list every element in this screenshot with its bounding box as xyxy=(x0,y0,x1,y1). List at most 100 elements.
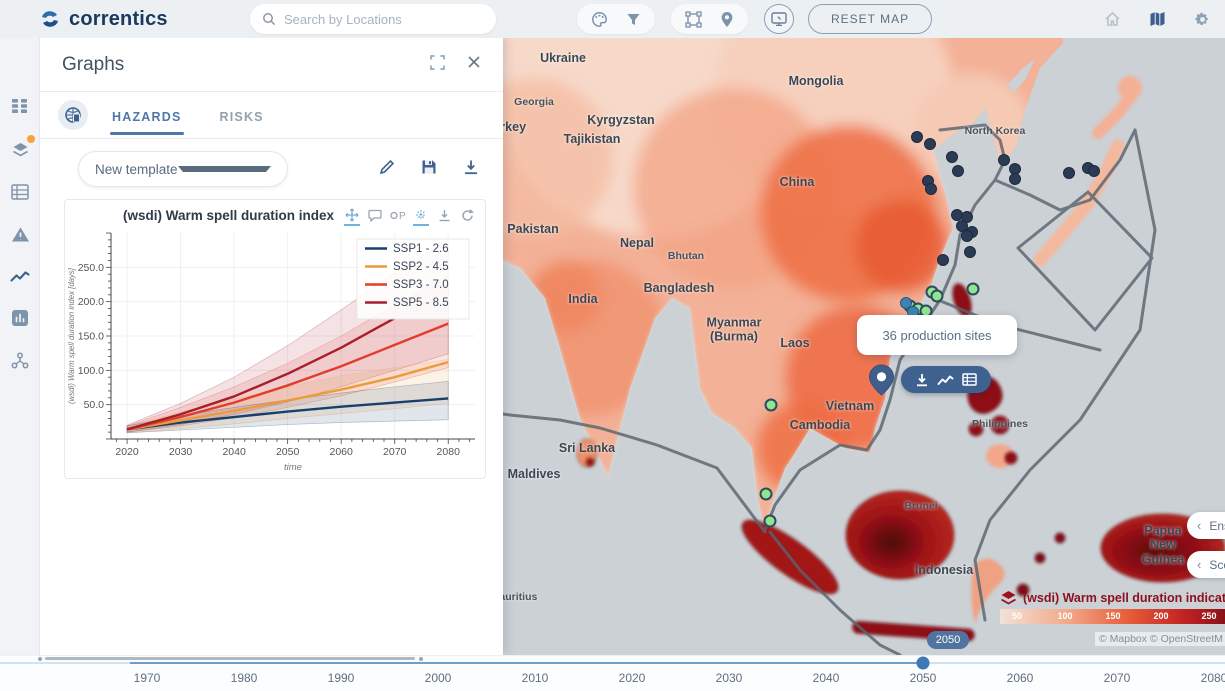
svg-text:2060: 2060 xyxy=(329,446,353,458)
svg-text:2070: 2070 xyxy=(383,446,407,458)
production-site-marker-green[interactable] xyxy=(931,290,944,303)
tabs-row: HAZARDS RISKS xyxy=(40,92,503,139)
production-site-marker[interactable] xyxy=(1088,165,1100,177)
production-site-marker-green[interactable] xyxy=(760,488,773,501)
svg-text:SSP2 - 4.5: SSP2 - 4.5 xyxy=(393,261,449,273)
production-site-marker[interactable] xyxy=(924,138,936,150)
context-globe-chip[interactable] xyxy=(58,100,88,130)
production-site-marker[interactable] xyxy=(998,154,1010,166)
production-site-marker[interactable] xyxy=(925,183,937,195)
selection-group xyxy=(671,4,748,34)
timeline-year-label: 2070 xyxy=(1104,671,1131,685)
location-search[interactable] xyxy=(250,4,496,34)
scenario-panel-toggle[interactable]: ‹ Scen xyxy=(1187,551,1225,578)
svg-text:P: P xyxy=(399,211,406,222)
sites-tooltip: 36 production sites xyxy=(857,315,1017,355)
site-download-icon[interactable] xyxy=(915,373,929,387)
palette-icon[interactable] xyxy=(591,11,608,28)
timeline-year-label: 2080 xyxy=(1201,671,1225,685)
layer-diamond-icon xyxy=(1000,590,1017,605)
production-site-marker-green[interactable] xyxy=(764,515,777,528)
site-chart-icon[interactable] xyxy=(937,374,954,386)
sidebar-item-hazards[interactable] xyxy=(8,222,32,246)
map-canvas[interactable]: UkraineGeorgiaTurkeyKyrgyzstanTajikistan… xyxy=(503,38,1225,655)
pan-icon[interactable] xyxy=(344,207,360,223)
data-table-icon xyxy=(11,184,29,200)
site-table-icon[interactable] xyxy=(962,373,977,386)
timeline-active-range[interactable] xyxy=(130,662,923,664)
reset-map-button[interactable]: RESET MAP xyxy=(808,4,932,34)
production-site-marker-green[interactable] xyxy=(765,399,778,412)
heat-colorbar: 50100150200250 xyxy=(1000,609,1225,624)
production-site-marker[interactable] xyxy=(1063,167,1075,179)
chart-plot-area[interactable]: 202020302040205020602070208050.0100.0150… xyxy=(65,225,485,478)
save-icon[interactable] xyxy=(421,159,437,180)
tab-hazards[interactable]: HAZARDS xyxy=(110,96,184,135)
timeline-year-label: 1980 xyxy=(231,671,258,685)
sidebar-item-reports[interactable] xyxy=(8,306,32,330)
map-layer-legend: (wsdi) Warm spell duration indicator 501… xyxy=(1000,590,1225,624)
screen-share-button[interactable] xyxy=(764,4,794,34)
chart-reset-icon[interactable] xyxy=(459,207,475,223)
production-site-marker[interactable] xyxy=(961,230,973,242)
sidebar-item-network[interactable] xyxy=(8,348,32,372)
svg-text:2030: 2030 xyxy=(169,446,193,458)
layer-legend-chip[interactable]: (wsdi) Warm spell duration indicator xyxy=(1000,590,1225,605)
timeline-year-label: 2040 xyxy=(813,671,840,685)
production-site-marker[interactable] xyxy=(1009,173,1021,185)
chevron-down-icon xyxy=(178,166,271,172)
chart-download-icon[interactable] xyxy=(436,207,452,223)
line-chart-icon xyxy=(10,269,30,283)
comment-icon[interactable] xyxy=(367,207,383,223)
search-input[interactable] xyxy=(284,12,484,27)
chevron-left-icon: ‹ xyxy=(1197,518,1201,533)
scroll-right-dot[interactable] xyxy=(419,657,423,661)
spikes-toggle-icon[interactable] xyxy=(413,207,429,223)
production-site-marker[interactable] xyxy=(964,246,976,258)
ensemble-panel-toggle[interactable]: ‹ Ense xyxy=(1187,512,1225,539)
filter-icon[interactable] xyxy=(626,12,641,27)
timeline-slider-handle[interactable] xyxy=(917,657,930,670)
production-site-marker[interactable] xyxy=(946,151,958,163)
production-site-marker[interactable] xyxy=(952,165,964,177)
svg-text:2080: 2080 xyxy=(437,446,461,458)
timeline-year-label: 2000 xyxy=(425,671,452,685)
map-icon[interactable] xyxy=(1149,11,1166,27)
location-pin-icon[interactable] xyxy=(720,11,734,28)
home-icon[interactable] xyxy=(1104,11,1121,27)
cluster-pin-marker[interactable] xyxy=(868,364,895,401)
hazard-triangle-icon xyxy=(11,226,30,243)
ensemble-label: Ense xyxy=(1209,519,1225,533)
production-site-marker[interactable] xyxy=(911,131,923,143)
scenario-label: Scen xyxy=(1209,558,1225,572)
bar-report-icon xyxy=(11,309,29,327)
compare-icon[interactable]: P xyxy=(390,207,406,223)
style-filter-group xyxy=(577,4,655,34)
timeline-year-label: 2030 xyxy=(716,671,743,685)
sidebar-item-dashboard[interactable] xyxy=(8,94,32,118)
app-root: correntics xyxy=(0,0,1225,691)
brand-logo[interactable]: correntics xyxy=(38,7,168,31)
top-bar: correntics xyxy=(0,0,1225,38)
chevron-left-icon: ‹ xyxy=(1197,557,1201,572)
colorbar-tick: 150 xyxy=(1105,611,1120,621)
map-attribution: © Mapbox © OpenStreetM xyxy=(1095,632,1225,646)
template-row: New template xyxy=(40,139,503,199)
timeline-year-label: 2010 xyxy=(522,671,549,685)
close-icon[interactable] xyxy=(467,55,481,74)
production-site-marker[interactable] xyxy=(937,254,949,266)
expand-icon[interactable] xyxy=(430,55,445,75)
settings-gear-icon[interactable] xyxy=(1194,11,1211,28)
download-icon[interactable] xyxy=(463,159,479,180)
template-dropdown[interactable]: New template xyxy=(78,151,288,187)
production-site-marker-green[interactable] xyxy=(967,283,980,296)
timeline-year-label: 1970 xyxy=(134,671,161,685)
edit-pencil-icon[interactable] xyxy=(379,159,395,180)
scroll-left-dot[interactable] xyxy=(38,657,42,661)
panel-horizontal-scrollbar[interactable] xyxy=(45,657,415,660)
area-select-icon[interactable] xyxy=(685,11,702,28)
sidebar-item-graphs[interactable] xyxy=(8,264,32,288)
tab-risks[interactable]: RISKS xyxy=(218,96,266,135)
sidebar-item-data-table[interactable] xyxy=(8,180,32,204)
sidebar-item-layers[interactable] xyxy=(8,138,32,162)
